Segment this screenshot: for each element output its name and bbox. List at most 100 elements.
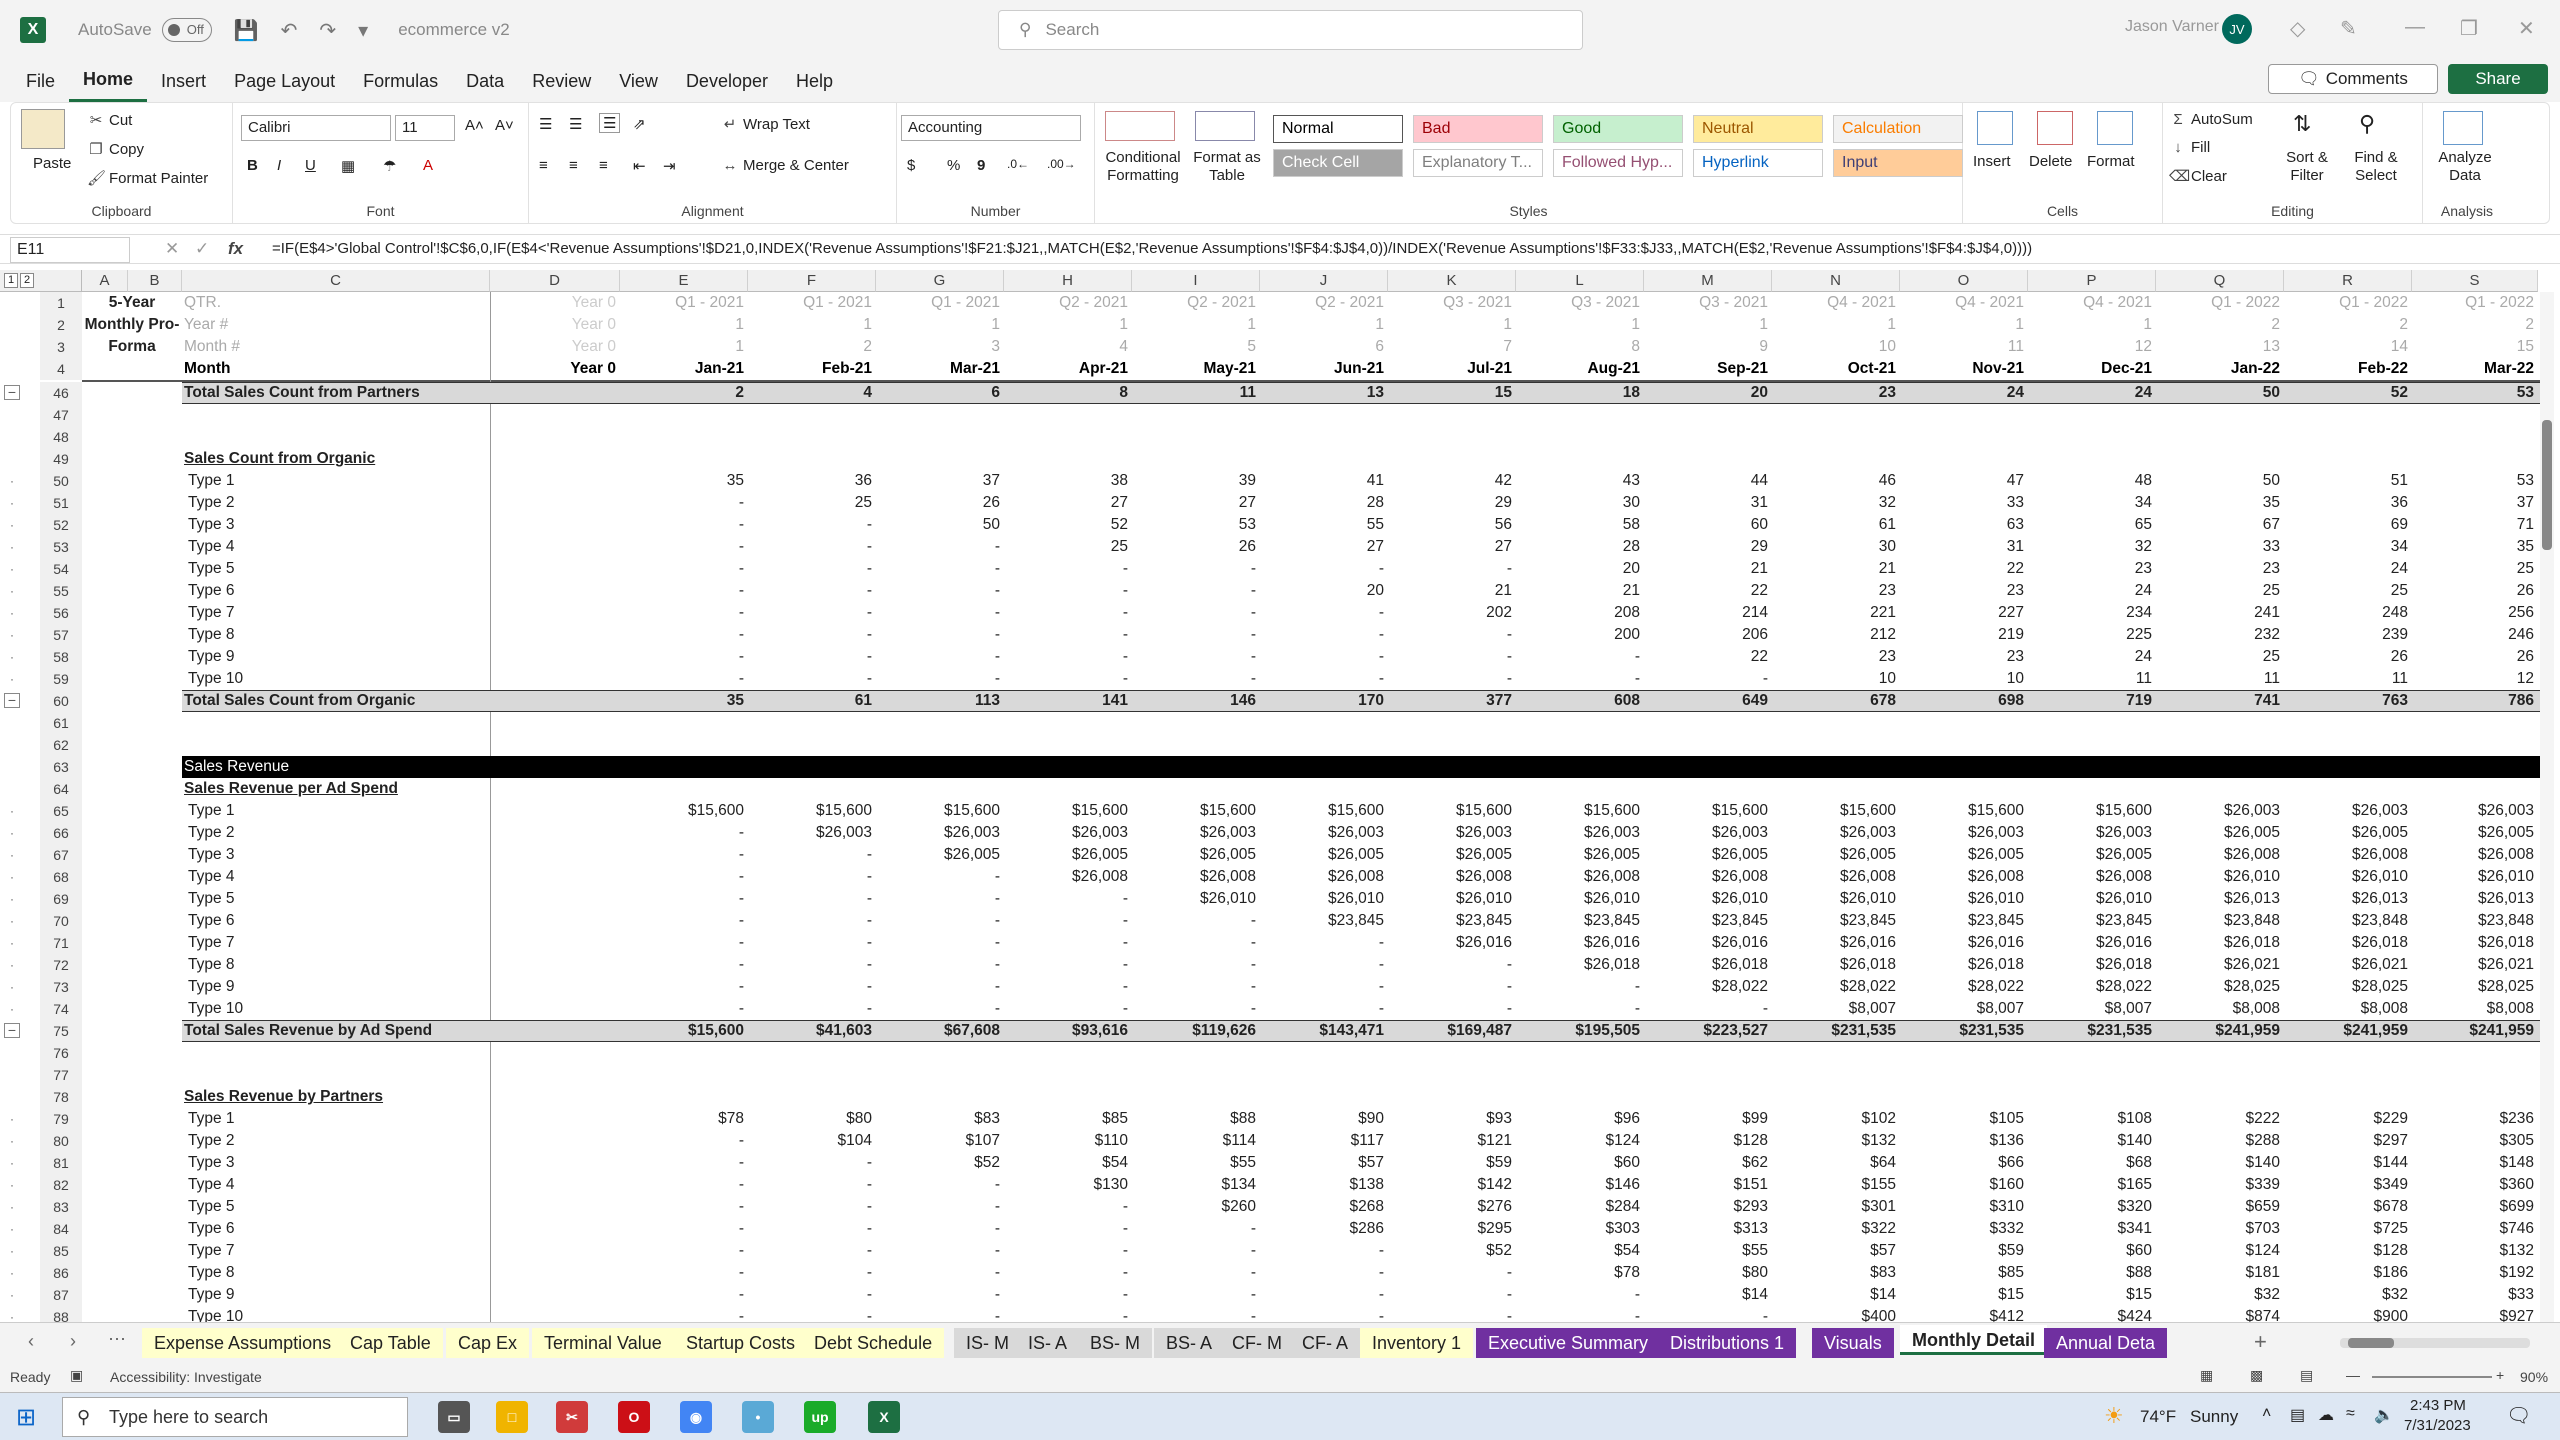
- data-cell[interactable]: $26,008: [1772, 866, 1896, 888]
- data-cell[interactable]: $26,021: [2156, 954, 2280, 976]
- data-cell[interactable]: -: [620, 844, 744, 866]
- cell-style-followed-hyp-[interactable]: Followed Hyp...: [1553, 149, 1683, 177]
- header-cell[interactable]: Jan-22: [2156, 358, 2280, 380]
- data-cell[interactable]: $26,018: [2156, 932, 2280, 954]
- comments-button[interactable]: 🗨 Comments: [2268, 64, 2438, 94]
- data-cell[interactable]: $151: [1644, 1174, 1768, 1196]
- task-view-icon[interactable]: ▭: [438, 1401, 470, 1433]
- data-cell[interactable]: $313: [1644, 1218, 1768, 1240]
- data-cell[interactable]: 44: [1644, 470, 1768, 492]
- menu-file[interactable]: File: [12, 60, 69, 102]
- data-cell[interactable]: -: [620, 1218, 744, 1240]
- data-cell[interactable]: -: [876, 580, 1000, 602]
- data-cell[interactable]: $26,010: [1388, 888, 1512, 910]
- data-cell[interactable]: -: [876, 888, 1000, 910]
- data-cell[interactable]: $96: [1516, 1108, 1640, 1130]
- header-cell[interactable]: 10: [1772, 336, 1896, 358]
- data-cell[interactable]: $130: [1004, 1174, 1128, 1196]
- data-cell[interactable]: 67: [2156, 514, 2280, 536]
- data-cell[interactable]: 29: [1388, 492, 1512, 514]
- format-painter-button[interactable]: 🖌 Format Painter: [87, 169, 208, 187]
- data-cell[interactable]: 26: [1132, 536, 1256, 558]
- data-cell[interactable]: -: [1132, 1284, 1256, 1306]
- data-cell[interactable]: -: [1004, 954, 1128, 976]
- sheet-tab[interactable]: Distributions 1: [1658, 1328, 1797, 1358]
- data-cell[interactable]: -: [1516, 1306, 1640, 1322]
- data-cell[interactable]: 4: [748, 382, 872, 404]
- data-cell[interactable]: $26,016: [1772, 932, 1896, 954]
- data-cell[interactable]: 232: [2156, 624, 2280, 646]
- data-cell[interactable]: -: [876, 998, 1000, 1020]
- data-cell[interactable]: $26,016: [2028, 932, 2152, 954]
- network-icon[interactable]: ▤: [2290, 1405, 2305, 1425]
- data-cell[interactable]: $15,600: [620, 1020, 744, 1042]
- column-header-R[interactable]: R: [2284, 270, 2412, 292]
- column-header-O[interactable]: O: [1900, 270, 2028, 292]
- data-cell[interactable]: -: [1644, 998, 1768, 1020]
- header-cell[interactable]: Nov-21: [1900, 358, 2024, 380]
- column-header-H[interactable]: H: [1004, 270, 1132, 292]
- data-cell[interactable]: 246: [2412, 624, 2534, 646]
- data-cell[interactable]: -: [748, 1174, 872, 1196]
- fill-button[interactable]: ↓ Fill: [2169, 139, 2210, 156]
- wrap-text-button[interactable]: ↵ Wrap Text: [721, 115, 810, 133]
- data-cell[interactable]: $67,608: [876, 1020, 1000, 1042]
- data-cell[interactable]: $26,010: [1260, 888, 1384, 910]
- header-cell[interactable]: 1: [1900, 314, 2024, 336]
- pen-icon[interactable]: ✎: [2340, 16, 2357, 41]
- row-number[interactable]: 76: [40, 1042, 82, 1064]
- data-cell[interactable]: $99: [1644, 1108, 1768, 1130]
- header-cell[interactable]: Dec-21: [2028, 358, 2152, 380]
- data-cell[interactable]: -: [620, 514, 744, 536]
- header-cell[interactable]: Q1 - 2022: [2284, 292, 2408, 314]
- data-cell[interactable]: $26,005: [2156, 822, 2280, 844]
- data-cell[interactable]: 2: [620, 382, 744, 404]
- data-cell[interactable]: $23,845: [1644, 910, 1768, 932]
- data-cell[interactable]: 52: [1004, 514, 1128, 536]
- header-cell[interactable]: 1: [620, 314, 744, 336]
- data-cell[interactable]: 786: [2412, 690, 2534, 712]
- data-cell[interactable]: 23: [2028, 558, 2152, 580]
- share-button[interactable]: Share: [2448, 64, 2548, 94]
- data-cell[interactable]: -: [620, 558, 744, 580]
- data-cell[interactable]: 21: [1388, 580, 1512, 602]
- opera-icon[interactable]: O: [618, 1401, 650, 1433]
- menu-data[interactable]: Data: [452, 60, 518, 102]
- data-cell[interactable]: -: [748, 1152, 872, 1174]
- header-cell[interactable]: Jul-21: [1388, 358, 1512, 380]
- data-cell[interactable]: -: [1004, 1218, 1128, 1240]
- data-cell[interactable]: -: [1132, 1262, 1256, 1284]
- data-cell[interactable]: $93,616: [1004, 1020, 1128, 1042]
- data-cell[interactable]: $105: [1900, 1108, 2024, 1130]
- data-cell[interactable]: -: [1004, 1306, 1128, 1322]
- data-cell[interactable]: -: [1004, 1196, 1128, 1218]
- data-cell[interactable]: $26,003: [876, 822, 1000, 844]
- data-cell[interactable]: $93: [1388, 1108, 1512, 1130]
- row-number[interactable]: 65: [40, 800, 82, 822]
- data-cell[interactable]: 13: [1260, 382, 1384, 404]
- analyze-data-button[interactable]: Analyze Data: [2435, 149, 2495, 185]
- data-cell[interactable]: -: [1260, 558, 1384, 580]
- column-header-D[interactable]: D: [490, 270, 620, 292]
- data-cell[interactable]: 34: [2028, 492, 2152, 514]
- data-cell[interactable]: $268: [1260, 1196, 1384, 1218]
- data-cell[interactable]: -: [748, 602, 872, 624]
- data-cell[interactable]: $26,003: [1772, 822, 1896, 844]
- data-cell[interactable]: 763: [2284, 690, 2408, 712]
- data-cell[interactable]: $134: [1132, 1174, 1256, 1196]
- data-cell[interactable]: $124: [2156, 1240, 2280, 1262]
- paste-button[interactable]: Paste: [33, 155, 71, 172]
- data-cell[interactable]: $26,008: [2156, 844, 2280, 866]
- data-cell[interactable]: $26,005: [1388, 844, 1512, 866]
- cell-style-hyperlink[interactable]: Hyperlink: [1693, 149, 1823, 177]
- data-cell[interactable]: -: [1260, 932, 1384, 954]
- data-cell[interactable]: -: [876, 668, 1000, 690]
- data-cell[interactable]: $26,008: [2412, 844, 2534, 866]
- search-box[interactable]: ⚲ Search: [998, 10, 1583, 50]
- data-cell[interactable]: 649: [1644, 690, 1768, 712]
- outline-level-1-button[interactable]: 1: [4, 273, 18, 288]
- data-cell[interactable]: 11: [1132, 382, 1256, 404]
- sort-filter-button[interactable]: Sort & Filter: [2277, 149, 2337, 185]
- data-cell[interactable]: 678: [1772, 690, 1896, 712]
- scroll-thumb[interactable]: [2348, 1338, 2394, 1348]
